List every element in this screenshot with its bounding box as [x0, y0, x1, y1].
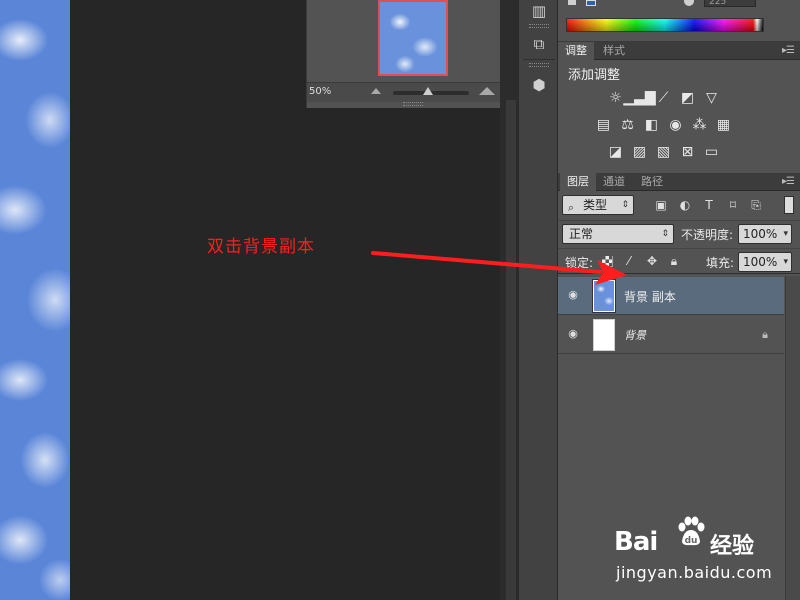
opacity-label: 不透明度:: [681, 228, 734, 242]
channel-mixer-icon[interactable]: ⁂: [690, 115, 709, 134]
watermark-brand: Bai: [614, 527, 658, 557]
tab-paths[interactable]: 路径: [634, 173, 670, 191]
lock-image-pixels-icon[interactable]: ⁄: [622, 254, 636, 268]
threshold-icon[interactable]: ▧: [654, 142, 673, 161]
layer-filter-row: ⌕ 类型 ⇕ ▣ ◐ T ⌑ ⎘: [558, 192, 800, 218]
vertical-scrollbar[interactable]: [506, 100, 516, 600]
tab-styles[interactable]: 样式: [596, 42, 632, 60]
select-arrows-icon: ⇕: [621, 200, 629, 210]
lock-position-icon[interactable]: ✥: [645, 254, 659, 268]
hue-saturation-icon[interactable]: ▤: [594, 115, 613, 134]
3d-panel-icon[interactable]: ⬢: [527, 74, 551, 96]
filter-type-label: 类型: [583, 198, 608, 212]
opacity-value: 100%: [743, 227, 778, 241]
zoom-in-icon[interactable]: [479, 87, 495, 95]
lock-all-icon[interactable]: 🔒︎: [667, 254, 681, 268]
zoom-slider-knob[interactable]: [423, 87, 433, 95]
selective-color-icon[interactable]: ⊠: [678, 142, 697, 161]
zoom-slider[interactable]: [393, 87, 469, 95]
tab-adjustments[interactable]: 调整: [558, 42, 594, 60]
navigator-panel: 50%: [306, 0, 519, 108]
zoom-out-icon[interactable]: [371, 88, 381, 94]
tab-layers[interactable]: 图层: [560, 173, 596, 191]
adjustment-row-1: ☼ ▁▃▇ ⟋ ◩ ▽: [606, 88, 721, 107]
navigator-preview: [307, 0, 519, 82]
fill-value: 100%: [743, 255, 778, 269]
panel-menu-icon[interactable]: ▸☰: [782, 176, 795, 187]
adjustment-filter-icon[interactable]: ◐: [677, 197, 693, 213]
watermark-url: jingyan.baidu.com: [616, 563, 773, 582]
dropdown-arrow-icon[interactable]: ▾: [783, 225, 788, 243]
color-lookup-icon[interactable]: ▦: [714, 115, 733, 134]
layer-thumbnail[interactable]: [592, 279, 616, 313]
color-swatch[interactable]: [586, 0, 596, 6]
dock-grip[interactable]: [529, 63, 549, 67]
vibrance-icon[interactable]: ▽: [702, 88, 721, 107]
properties-panel-icon[interactable]: ⧉: [527, 33, 551, 55]
select-arrows-icon: ⇕: [661, 229, 669, 239]
panel-resize-grip[interactable]: [403, 102, 423, 106]
layer-row-background-copy[interactable]: ◉ 背景 副本: [558, 277, 784, 315]
invert-icon[interactable]: ◪: [606, 142, 625, 161]
fill-field[interactable]: 100% ▾: [738, 252, 792, 272]
zoom-level-field[interactable]: 50%: [309, 86, 359, 100]
posterize-icon[interactable]: ▨: [630, 142, 649, 161]
fill-label: 填充:: [706, 256, 735, 270]
opacity-field[interactable]: 100% ▾: [738, 224, 792, 244]
layer-row-background[interactable]: ◉ 背景 🔒︎: [558, 316, 784, 354]
adjustment-row-2: ▤ ⚖ ◧ ◉ ⁂ ▦: [594, 115, 733, 134]
foreground-marker: [568, 0, 576, 5]
color-value-field[interactable]: 225: [704, 0, 756, 7]
baidu-jingyan-watermark: Bai du 经验 jingyan.baidu.com: [610, 515, 800, 590]
levels-icon[interactable]: ▁▃▇: [623, 88, 655, 107]
collapsed-panel-dock: ▥ ⧉ ⬢: [518, 0, 558, 600]
shape-filter-icon[interactable]: ⌑: [725, 197, 741, 213]
photo-filter-icon[interactable]: ◉: [666, 115, 685, 134]
blend-mode-select[interactable]: 正常 ⇕: [562, 224, 674, 244]
history-panel-icon[interactable]: ▥: [527, 0, 551, 22]
black-white-icon[interactable]: ◧: [642, 115, 661, 134]
layers-tabbar: 图层 通道 路径 ▸☰: [558, 173, 800, 191]
paw-logo-icon: du: [678, 516, 705, 546]
svg-text:du: du: [685, 536, 698, 546]
tab-channels[interactable]: 通道: [596, 173, 632, 191]
blend-row: 正常 ⇕ 不透明度: 100% ▾: [558, 220, 800, 246]
curves-icon[interactable]: ⟋: [654, 88, 673, 107]
adjustments-title: 添加调整: [568, 68, 621, 83]
color-balance-icon[interactable]: ⚖: [618, 115, 637, 134]
color-panel: 225: [558, 0, 800, 42]
blend-mode-value: 正常: [569, 227, 594, 241]
lock-label: 锁定:: [565, 256, 594, 270]
dropdown-arrow-icon[interactable]: ▾: [783, 253, 788, 271]
adjustment-row-3: ◪ ▨ ▧ ⊠ ▭: [606, 142, 721, 161]
gradient-map-icon[interactable]: ▭: [702, 142, 721, 161]
color-slider-knob[interactable]: [684, 0, 694, 6]
watermark-brand-cn: 经验: [710, 534, 755, 559]
dock-separator: [523, 59, 555, 60]
search-icon: ⌕: [568, 201, 575, 214]
layer-name[interactable]: 背景: [624, 327, 646, 343]
layer-thumbnail[interactable]: [593, 319, 615, 351]
filter-toggle-switch[interactable]: [784, 196, 794, 214]
navigator-view-box[interactable]: [378, 0, 448, 76]
layer-name[interactable]: 背景 副本: [624, 288, 676, 305]
document-canvas-clouds[interactable]: [0, 0, 70, 600]
exposure-icon[interactable]: ◩: [678, 88, 697, 107]
lock-icon: 🔒︎: [762, 328, 768, 341]
color-spectrum-bar[interactable]: [566, 18, 764, 32]
navigator-zoom-bar: 50%: [307, 82, 519, 102]
eye-icon[interactable]: ◉: [566, 288, 580, 302]
lock-row: 锁定: ⁄ ✥ 🔒︎ 填充: 100% ▾: [558, 248, 800, 274]
smart-object-filter-icon[interactable]: ⎘: [748, 197, 764, 213]
eye-icon[interactable]: ◉: [566, 327, 580, 341]
dock-grip[interactable]: [529, 24, 549, 28]
type-filter-icon[interactable]: T: [701, 197, 717, 213]
panel-menu-icon[interactable]: ▸☰: [782, 45, 795, 56]
right-panel-column: 225 调整 样式 ▸☰ 添加调整 ☼ ▁▃▇ ⟋ ◩ ▽ ▤ ⚖ ◧ ◉ ⁂ …: [558, 0, 800, 600]
adjustments-tabbar: 调整 样式 ▸☰: [558, 42, 800, 60]
lock-transparent-pixels-icon[interactable]: [602, 256, 613, 267]
layer-filter-select[interactable]: ⌕ 类型 ⇕: [562, 195, 634, 215]
annotation-label: 双击背景副本: [207, 237, 315, 257]
pixel-filter-icon[interactable]: ▣: [653, 197, 669, 213]
